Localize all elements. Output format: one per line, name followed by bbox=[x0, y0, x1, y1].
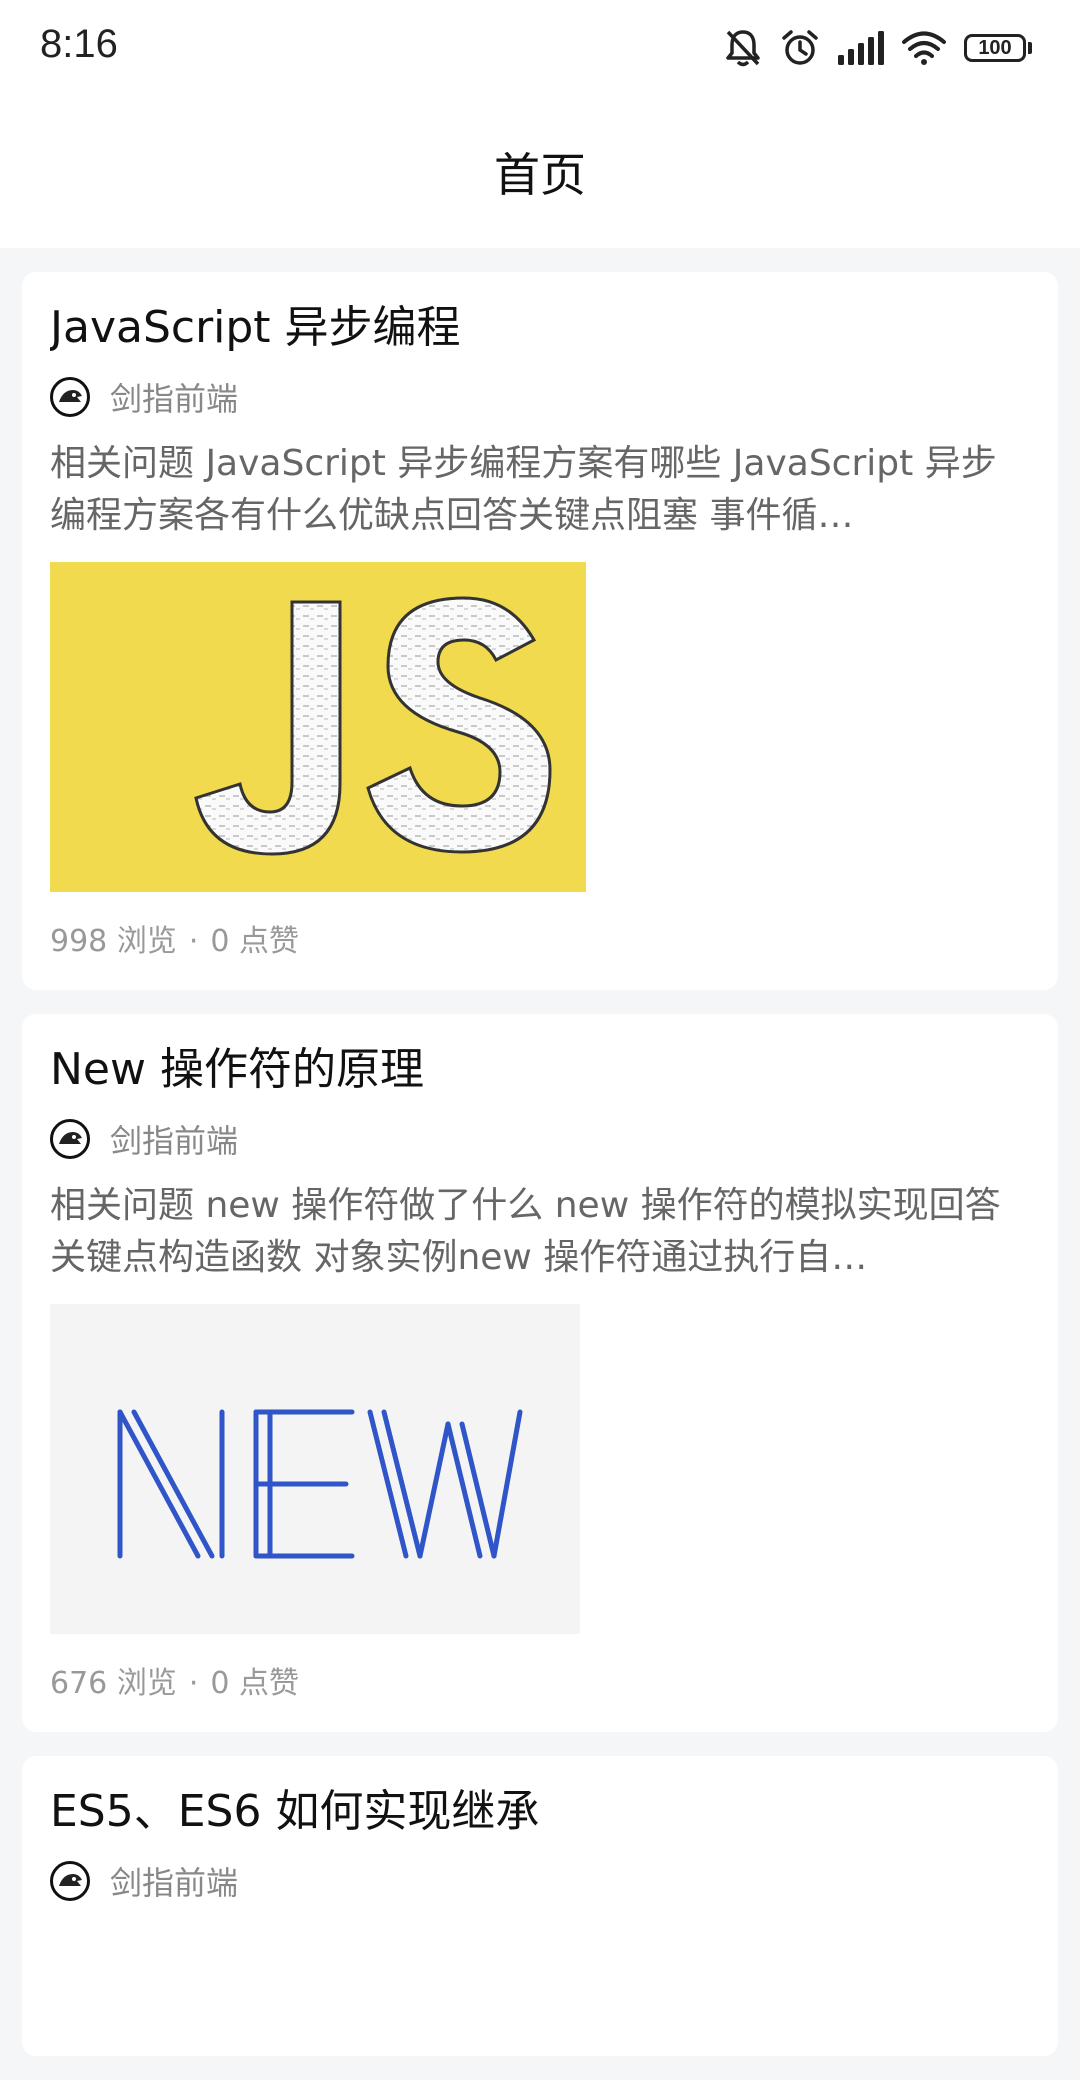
like-count: 0 bbox=[210, 924, 230, 959]
article-feed: JavaScript 异步编程 剑指前端 相关问题 JavaScript 异步编… bbox=[22, 272, 1058, 2080]
author-avatar[interactable] bbox=[50, 1119, 90, 1159]
author-row[interactable]: 剑指前端 bbox=[50, 1852, 1030, 1910]
view-count: 676 bbox=[50, 1666, 108, 1701]
like-label: 点赞 bbox=[239, 1666, 299, 1701]
battery-icon: 100 bbox=[964, 34, 1032, 62]
title-bar: 首页 bbox=[0, 96, 1080, 248]
article-thumbnail[interactable] bbox=[50, 1304, 580, 1634]
page-title: 首页 bbox=[494, 148, 586, 202]
js-logo-image bbox=[194, 596, 552, 856]
stats-separator: · bbox=[188, 1666, 199, 1701]
article-excerpt: 相关问题 JavaScript 异步编程方案有哪些 JavaScript 异步编… bbox=[50, 443, 997, 536]
article-stats: 676 浏览 · 0 点赞 bbox=[50, 1634, 1030, 1734]
article-excerpt: 相关问题 new 操作符做了什么 new 操作符的模拟实现回答关键点构造函数 对… bbox=[50, 1185, 1001, 1278]
view-label: 浏览 bbox=[116, 1666, 177, 1701]
author-row[interactable]: 剑指前端 bbox=[50, 368, 1030, 426]
alarm-icon bbox=[782, 30, 818, 65]
author-logo-icon bbox=[59, 1874, 82, 1886]
bell-muted-icon bbox=[726, 30, 760, 67]
like-count: 0 bbox=[210, 1666, 230, 1701]
article-stats: 998 浏览 · 0 点赞 bbox=[50, 892, 1030, 992]
like-label: 点赞 bbox=[239, 924, 299, 959]
article-card[interactable]: JavaScript 异步编程 剑指前端 相关问题 JavaScript 异步编… bbox=[22, 272, 1058, 990]
article-title[interactable]: JavaScript 异步编程 bbox=[50, 300, 1030, 356]
view-count: 998 bbox=[50, 924, 108, 959]
author-logo-icon bbox=[59, 1132, 82, 1144]
view-label: 浏览 bbox=[116, 924, 177, 959]
battery-level: 100 bbox=[964, 34, 1026, 62]
status-icons: 100 bbox=[724, 24, 1032, 72]
wifi-icon bbox=[902, 31, 946, 65]
author-row[interactable]: 剑指前端 bbox=[50, 1110, 1030, 1168]
signal-icon bbox=[838, 31, 884, 65]
author-logo-icon bbox=[59, 390, 82, 402]
new-logo-image bbox=[117, 1409, 523, 1559]
author-avatar[interactable] bbox=[50, 1861, 90, 1901]
status-bar: 8:16 100 bbox=[0, 0, 1080, 96]
author-name[interactable]: 剑指前端 bbox=[110, 1858, 238, 1904]
author-name[interactable]: 剑指前端 bbox=[110, 1116, 238, 1162]
author-avatar[interactable] bbox=[50, 377, 90, 417]
article-title[interactable]: ES5、ES6 如何实现继承 bbox=[50, 1784, 1030, 1840]
article-card[interactable]: ES5、ES6 如何实现继承 剑指前端 bbox=[22, 1756, 1058, 2056]
article-card[interactable]: New 操作符的原理 剑指前端 相关问题 new 操作符做了什么 new 操作符… bbox=[22, 1014, 1058, 1732]
stats-separator: · bbox=[188, 924, 199, 959]
author-name[interactable]: 剑指前端 bbox=[110, 374, 238, 420]
article-thumbnail[interactable] bbox=[50, 562, 586, 892]
article-title[interactable]: New 操作符的原理 bbox=[50, 1042, 1030, 1098]
status-time: 8:16 bbox=[40, 22, 118, 66]
